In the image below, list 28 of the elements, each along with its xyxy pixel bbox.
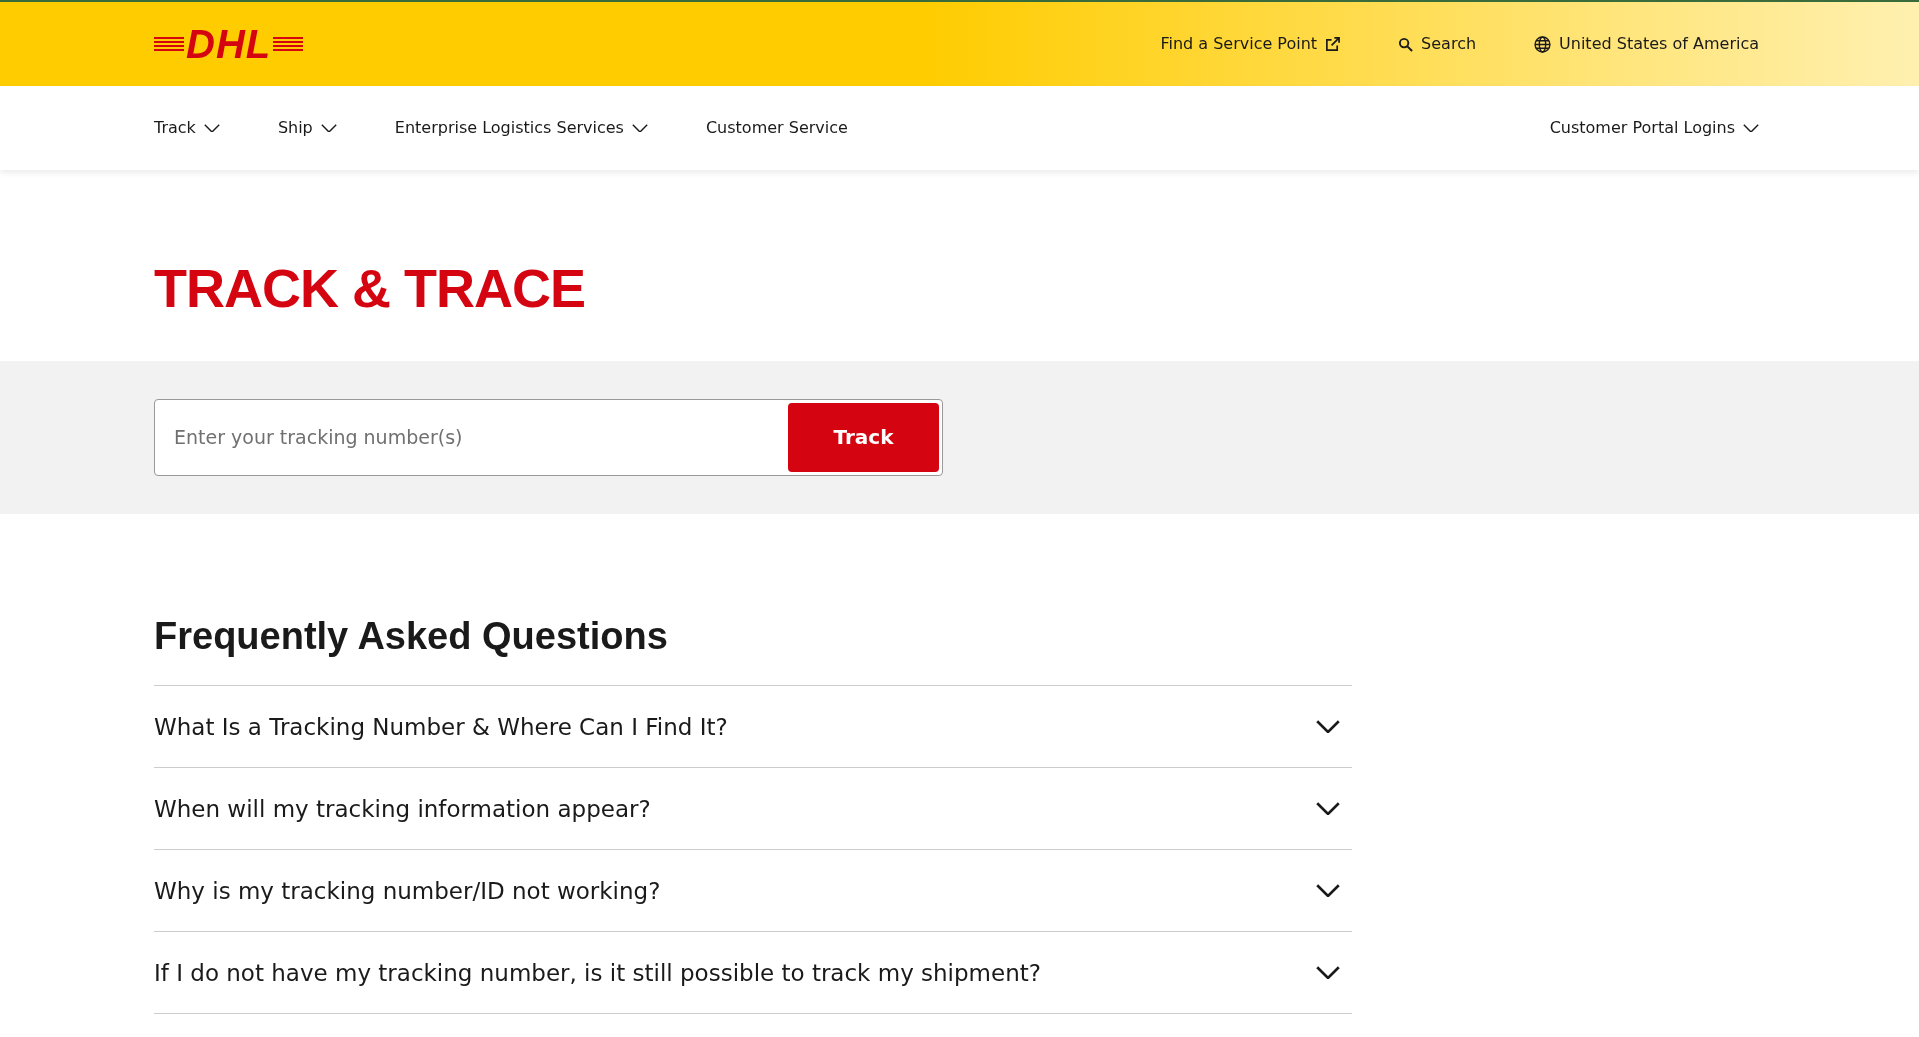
dhl-logo[interactable]: DHL (154, 24, 304, 64)
nav-link[interactable]: Ship (277, 116, 337, 140)
search-link[interactable]: Search (1398, 32, 1477, 56)
globe-icon (1534, 35, 1552, 53)
chevron-down-icon (631, 123, 648, 133)
tracking-number-field[interactable]: Enter your tracking number(s) Track (154, 398, 943, 476)
chevron-down-icon (1743, 123, 1759, 133)
faq-question[interactable]: Why is my tracking number/ID not working? (154, 850, 1352, 933)
external-link-icon (1325, 36, 1341, 52)
nav-link[interactable]: Enterprise Logistics Services (394, 116, 648, 140)
track-button[interactable]: Track (788, 402, 939, 472)
chevron-down-icon (203, 123, 220, 133)
nav-link[interactable]: Track (154, 116, 220, 140)
chevron-down-icon (320, 123, 337, 133)
faq-heading: Frequently Asked Questions (154, 613, 669, 659)
faq-question[interactable]: What Is a Tracking Number & Where Can I Find It? (154, 686, 1352, 769)
service-point-link[interactable]: Find a Service Point (1160, 32, 1341, 56)
faq-question[interactable]: If I do not have my tracking number, is it still possible to track my shipment? (154, 932, 1352, 1015)
page-title: TRACK & TRACE (154, 257, 586, 320)
nav-link[interactable]: Customer Portal Logins (1549, 116, 1759, 140)
search-icon (1398, 36, 1414, 52)
chevron-down-icon (1316, 802, 1340, 816)
chevron-down-icon (1316, 720, 1340, 734)
nav-link[interactable]: Customer Service (705, 116, 848, 140)
chevron-down-icon (1316, 884, 1340, 898)
country-selector[interactable]: United States of America (1534, 32, 1759, 56)
faq-question[interactable]: When will my tracking information appear? (154, 768, 1352, 851)
chevron-down-icon (1316, 966, 1340, 980)
